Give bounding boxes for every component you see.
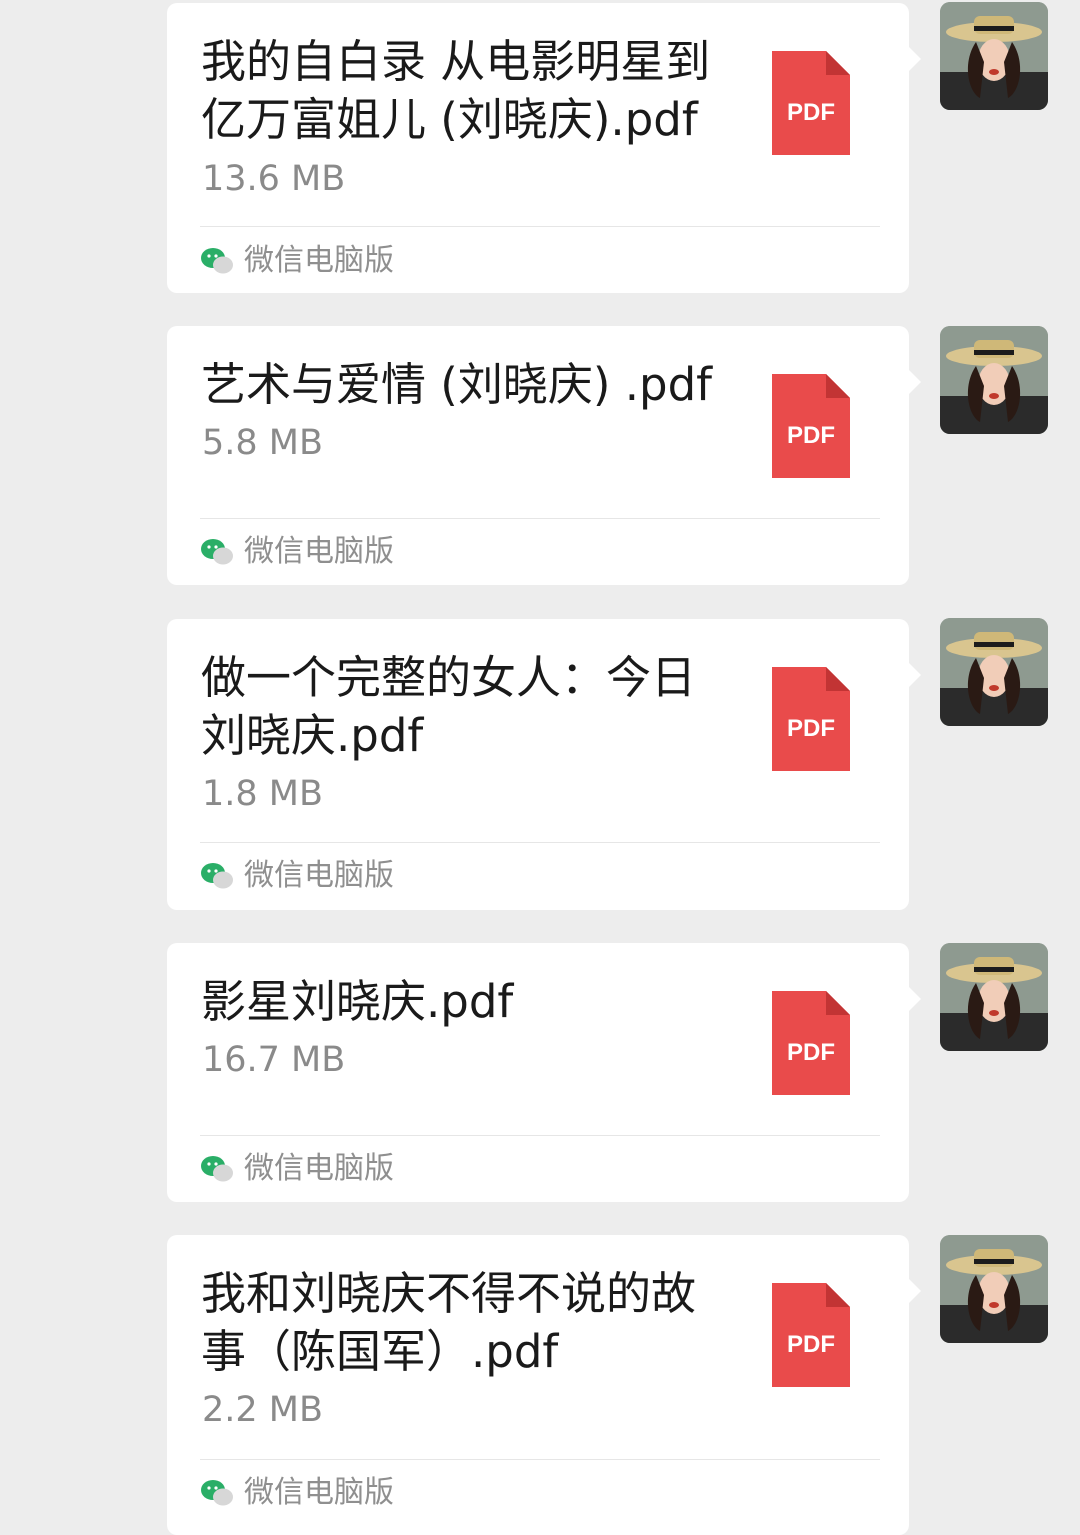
source-row: 微信电脑版 <box>200 859 394 893</box>
pdf-file-icon: PDF <box>772 991 850 1095</box>
avatar[interactable] <box>940 2 1048 110</box>
file-message-bubble[interactable]: 艺术与爱情 (刘晓庆) .pdf 5.8 MB PDF 微信电脑版 <box>167 326 921 585</box>
file-size: 2.2 MB <box>202 1390 323 1430</box>
divider <box>200 1459 880 1460</box>
source-label: 微信电脑版 <box>244 1475 394 1510</box>
avatar[interactable] <box>940 326 1048 434</box>
file-name: 影星刘晓庆.pdf <box>201 975 514 1028</box>
file-message-bubble[interactable]: 我的自白录 从电影明星到亿万富姐儿 (刘晓庆).pdf 13.6 MB PDF … <box>167 3 921 293</box>
source-label: 微信电脑版 <box>244 858 394 893</box>
file-name: 我和刘晓庆不得不说的故事（陈国军）.pdf <box>201 1267 697 1378</box>
source-label: 微信电脑版 <box>244 243 394 278</box>
wechat-icon <box>201 863 233 889</box>
source-row: 微信电脑版 <box>200 244 394 278</box>
pdf-label: PDF <box>787 422 835 449</box>
file-name: 做一个完整的女人：今日刘晓庆.pdf <box>201 651 697 762</box>
source-label: 微信电脑版 <box>244 1151 394 1186</box>
pdf-label: PDF <box>787 1039 835 1066</box>
divider <box>200 842 880 843</box>
file-size: 5.8 MB <box>202 423 323 463</box>
source-label: 微信电脑版 <box>244 534 394 569</box>
pdf-file-icon: PDF <box>772 374 850 478</box>
avatar[interactable] <box>940 943 1048 1051</box>
avatar[interactable] <box>940 618 1048 726</box>
file-size: 16.7 MB <box>202 1040 346 1080</box>
avatar[interactable] <box>940 1235 1048 1343</box>
pdf-file-icon: PDF <box>772 667 850 771</box>
source-row: 微信电脑版 <box>200 1152 394 1186</box>
file-name: 我的自白录 从电影明星到亿万富姐儿 (刘晓庆).pdf <box>201 35 711 146</box>
wechat-icon <box>201 1156 233 1182</box>
divider <box>200 518 880 519</box>
pdf-label: PDF <box>787 99 835 126</box>
file-name: 艺术与爱情 (刘晓庆) .pdf <box>201 358 712 411</box>
source-row: 微信电脑版 <box>200 1476 394 1510</box>
pdf-file-icon: PDF <box>772 51 850 155</box>
pdf-label: PDF <box>787 1331 835 1358</box>
wechat-icon <box>201 1480 233 1506</box>
source-row: 微信电脑版 <box>200 535 394 569</box>
file-message-bubble[interactable]: 我和刘晓庆不得不说的故事（陈国军）.pdf 2.2 MB PDF 微信电脑版 <box>167 1235 921 1535</box>
pdf-label: PDF <box>787 715 835 742</box>
file-size: 1.8 MB <box>202 774 323 814</box>
wechat-icon <box>201 539 233 565</box>
file-size: 13.6 MB <box>202 159 346 199</box>
file-message-bubble[interactable]: 影星刘晓庆.pdf 16.7 MB PDF 微信电脑版 <box>167 943 921 1202</box>
divider <box>200 226 880 227</box>
file-message-bubble[interactable]: 做一个完整的女人：今日刘晓庆.pdf 1.8 MB PDF 微信电脑版 <box>167 619 921 910</box>
wechat-icon <box>201 248 233 274</box>
divider <box>200 1135 880 1136</box>
pdf-file-icon: PDF <box>772 1283 850 1387</box>
